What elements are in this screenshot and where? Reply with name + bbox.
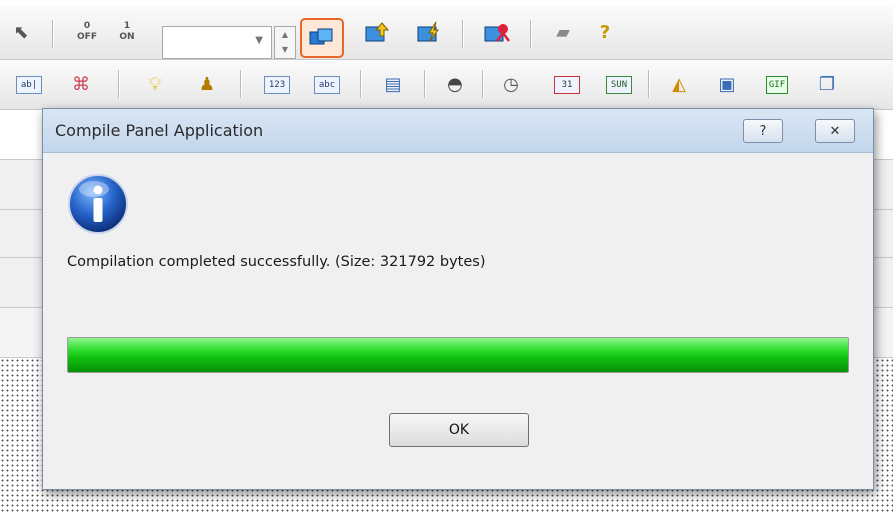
dialog-message: Compilation completed successfully. (Siz… (67, 254, 486, 270)
compile-button[interactable] (300, 18, 344, 58)
toolbar-separator (118, 70, 120, 98)
gauge-icon[interactable]: ◓ (440, 70, 470, 100)
off-label: OFF (77, 32, 97, 42)
run-icon[interactable] (482, 18, 512, 48)
chevron-down-icon[interactable]: ▼ (255, 35, 263, 46)
off-toggle-button[interactable]: 0 OFF (72, 18, 102, 48)
upload-icon[interactable] (362, 18, 392, 48)
toolbar-separator (648, 70, 650, 98)
text-widget-button[interactable]: abc (312, 70, 342, 100)
text-label: abc (314, 76, 340, 94)
info-icon (68, 174, 128, 234)
toolbar-separator (240, 70, 242, 98)
pointer-tool-icon[interactable]: ⬉ (6, 18, 36, 48)
gif-widget-button[interactable]: GIF (762, 70, 792, 100)
toolbar-separator (530, 20, 532, 48)
ok-button[interactable]: OK (389, 413, 529, 447)
toolbar-spinner[interactable]: ▲ ▼ (274, 26, 296, 59)
spin-up-icon[interactable]: ▲ (275, 27, 295, 42)
compile-dialog: Compile Panel Application ? ✕ Compilatio… (42, 108, 874, 490)
toolbar-separator (52, 20, 54, 48)
dialog-title: Compile Panel Application (55, 121, 264, 140)
help-icon[interactable]: ? (590, 18, 620, 48)
sun-label: SUN (606, 76, 632, 94)
widgets-toolbar: ab| ⌘ 💡︎ ♟ 123 abc ▤ ◓ ◷ 31 SUN ◭ ▣ GIF … (0, 60, 893, 110)
calendar-widget-button[interactable]: 31 (552, 70, 582, 100)
close-button[interactable]: ✕ (815, 119, 855, 143)
progress-fill (68, 338, 848, 372)
spin-down-icon[interactable]: ▼ (275, 42, 295, 57)
dialog-titlebar[interactable]: Compile Panel Application ? ✕ (43, 109, 873, 153)
on-digit: 1 (123, 21, 131, 31)
calendar-label: 31 (554, 76, 580, 94)
compile-icon (309, 28, 333, 45)
textbox-widget-button[interactable]: ab| (14, 70, 44, 100)
picture-icon[interactable]: ▣ (712, 70, 742, 100)
lamp-icon[interactable]: 💡︎ (140, 70, 170, 100)
label-widget-icon[interactable]: ⌘ (66, 70, 96, 100)
toolbar-separator (482, 70, 484, 98)
help-icon: ? (759, 123, 767, 139)
gif-label: GIF (766, 76, 788, 94)
toolbar-combo[interactable]: ▼ (162, 26, 272, 59)
help-button[interactable]: ? (743, 119, 783, 143)
close-icon: ✕ (829, 123, 841, 139)
folder-icon[interactable]: ▰ (548, 18, 578, 48)
window-icon[interactable]: ❐ (812, 70, 842, 100)
on-toggle-button[interactable]: 1 ON (112, 18, 142, 48)
numeric-widget-button[interactable]: 123 (262, 70, 292, 100)
on-label: ON (119, 32, 135, 42)
weekday-widget-button[interactable]: SUN (604, 70, 634, 100)
compile-progress-bar (67, 337, 849, 373)
ok-button-label: OK (448, 422, 470, 438)
toolbar-separator (360, 70, 362, 98)
clock-icon[interactable]: ◷ (496, 70, 526, 100)
user-icon[interactable]: ♟ (192, 70, 222, 100)
off-digit: 0 (83, 21, 91, 31)
toolbar-separator (424, 70, 426, 98)
message-icon[interactable]: ▤ (378, 70, 408, 100)
toolbar-separator (462, 20, 464, 48)
shapes-icon[interactable]: ◭ (664, 70, 694, 100)
main-toolbar: ⬉ 0 OFF 1 ON ▼ ▲ ▼ ▰ ? (0, 0, 893, 60)
build-icon[interactable] (414, 18, 444, 48)
numeric-label: 123 (264, 76, 290, 94)
